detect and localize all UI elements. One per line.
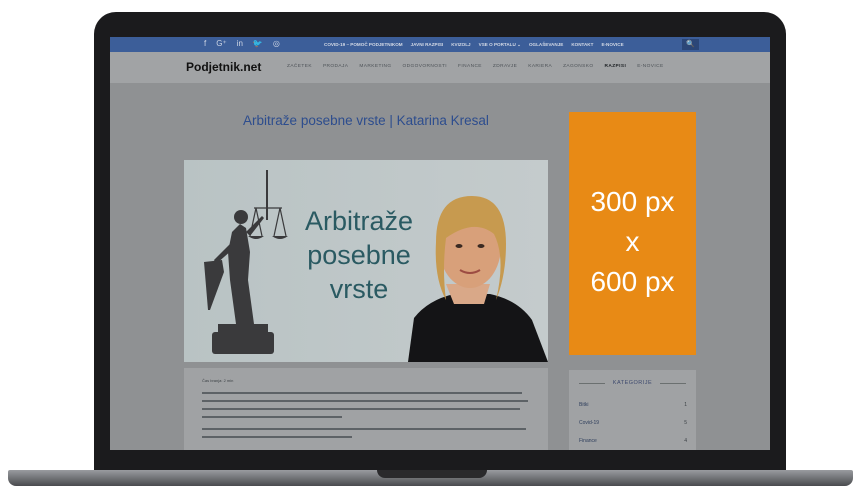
site-header: Podjetnik.net ZAČETEK PRODAJA MARKETING … (110, 52, 770, 83)
instagram-icon[interactable]: ◎ (273, 39, 280, 49)
feature-image: Arbitraže posebne vrste (184, 160, 548, 362)
category-count: 5 (684, 420, 687, 426)
nav-item-razpisi[interactable]: RAZPISI (604, 64, 626, 69)
text-line (202, 408, 520, 410)
linkedin-icon[interactable]: in (237, 39, 243, 49)
feature-headline: Arbitraže posebne vrste (284, 204, 434, 306)
article-meta: Čas branja: 2 min (202, 378, 234, 383)
nav-item-finance[interactable]: FINANCE (458, 64, 482, 69)
feature-line-2: posebne (307, 240, 411, 270)
category-label: Bitki (579, 402, 589, 408)
category-label: Finance (579, 438, 597, 444)
laptop-screen: f G⁺ in 🐦 ◎ COVID-19 – POMOČ PODJETNIKOM… (110, 37, 770, 450)
site-logo[interactable]: Podjetnik.net (186, 60, 261, 74)
article-title: Arbitraže posebne vrste | Katarina Kresa… (243, 113, 489, 128)
category-label: Covid-19 (579, 420, 600, 426)
nav-item-prodaja[interactable]: PRODAJA (323, 64, 348, 69)
category-item[interactable]: Covid-19 5 (579, 420, 687, 426)
facebook-icon[interactable]: f (204, 39, 206, 49)
nav-item-kariera[interactable]: KARIERA (528, 64, 552, 69)
search-button[interactable]: 🔍 (682, 39, 699, 50)
search-icon: 🔍 (686, 41, 695, 48)
category-item[interactable]: Bitki 1 (579, 402, 687, 408)
twitter-icon[interactable]: 🐦 (253, 39, 263, 49)
top-nav: COVID-19 – POMOČ PODJETNIKOM JAVNI RAZPI… (324, 40, 624, 49)
topnav-link-oglasevanje[interactable]: OGLAŠEVANJE (529, 40, 563, 49)
topnav-link-enovice[interactable]: E-NOVICE (601, 40, 623, 49)
text-line (202, 428, 526, 430)
nav-item-zdravje[interactable]: ZDRAVJE (493, 64, 517, 69)
ad-width-label: 300 px (590, 186, 675, 217)
topnav-link-kontakt[interactable]: KONTAKT (571, 40, 593, 49)
text-line (202, 400, 528, 402)
topnav-link-portal[interactable]: VSE O PORTALU ⌄ (479, 40, 521, 49)
ad-times-label: x (625, 226, 640, 257)
nav-item-zacetek[interactable]: ZAČETEK (287, 64, 312, 69)
text-line (202, 416, 342, 418)
nav-item-marketing[interactable]: MARKETING (359, 64, 391, 69)
text-line (202, 436, 352, 438)
category-count: 4 (684, 438, 687, 444)
text-line (202, 392, 522, 394)
divider (660, 383, 686, 384)
feature-line-3: vrste (329, 274, 389, 304)
top-bar: f G⁺ in 🐦 ◎ COVID-19 – POMOČ PODJETNIKOM… (110, 37, 770, 52)
topnav-link-kvizolj[interactable]: KVIZOLJ (451, 40, 470, 49)
nav-item-enovice[interactable]: E-NOVICE (637, 64, 663, 69)
nav-item-zagonsko[interactable]: ZAGONSKO (563, 64, 593, 69)
laptop-hinge-notch (377, 470, 487, 478)
topnav-link-covid[interactable]: COVID-19 – POMOČ PODJETNIKOM (324, 40, 403, 49)
article-body: Čas branja: 2 min (184, 368, 548, 450)
categories-widget: KATEGORIJE Bitki 1 Covid-19 5 Finance 4 (569, 370, 696, 450)
category-count: 1 (684, 402, 687, 408)
feature-line-1: Arbitraže (304, 206, 414, 236)
ad-placeholder-300x600[interactable]: 300 px x 600 px (569, 112, 696, 355)
social-links: f G⁺ in 🐦 ◎ (204, 39, 280, 49)
topnav-link-razpisi[interactable]: JAVNI RAZPISI (411, 40, 444, 49)
google-plus-icon[interactable]: G⁺ (216, 39, 226, 49)
category-item[interactable]: Finance 4 (579, 438, 687, 444)
ad-height-label: 600 px (590, 266, 675, 297)
main-nav: ZAČETEK PRODAJA MARKETING ODGOVORNOSTI F… (287, 64, 664, 69)
nav-item-odgovornosti[interactable]: ODGOVORNOSTI (403, 64, 448, 69)
